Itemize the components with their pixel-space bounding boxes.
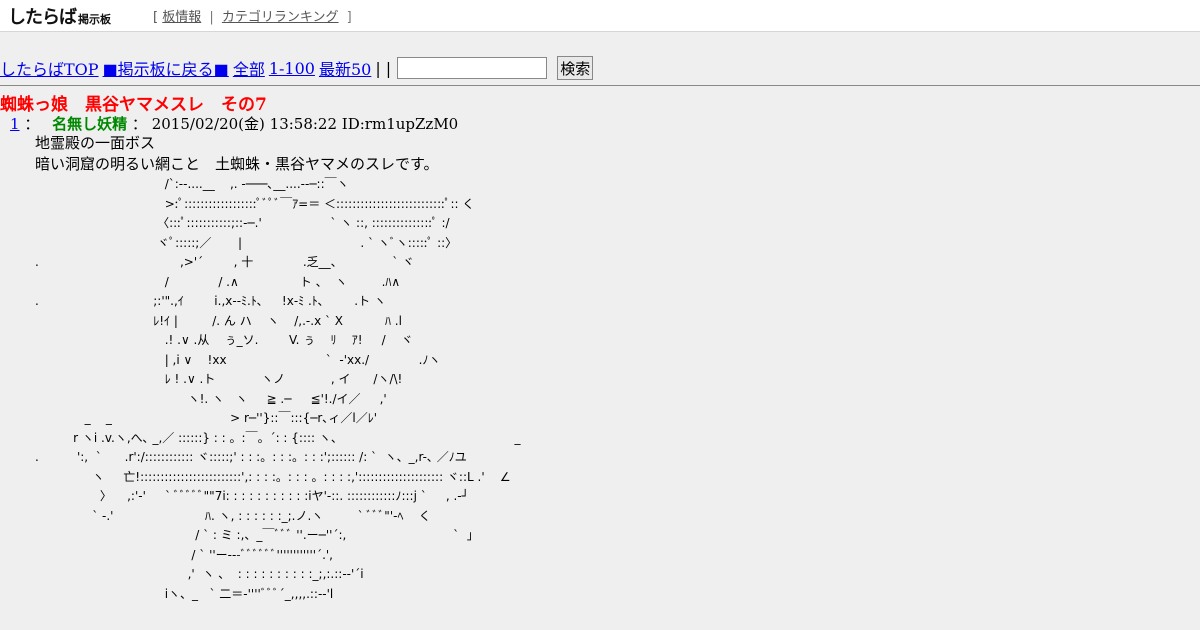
thread-nav: したらばTOP ■掲示板に戻る■ 全部 1-100 最新50 | | 検索 xyxy=(0,56,594,80)
site-header: したらば 掲示板 [ 板情報 | カテゴリランキング ] xyxy=(0,0,1200,32)
all-posts-link[interactable]: 全部 xyxy=(233,56,265,80)
post-number-link[interactable]: 1 xyxy=(10,115,20,133)
post-line: 地霊殿の一面ボス xyxy=(35,134,156,152)
logo-subtext: 掲示板 xyxy=(78,12,111,26)
header-separator: | xyxy=(209,10,214,25)
header-links: [ 板情報 | カテゴリランキング ] xyxy=(153,6,356,25)
post-date: 2015/02/20(金) 13:58:22 xyxy=(151,115,338,133)
bracket-open: [ xyxy=(153,10,159,25)
search-input[interactable] xyxy=(397,57,548,79)
post-colon-2: ： xyxy=(131,115,147,133)
latest-50-link[interactable]: 最新50 xyxy=(319,56,371,80)
post-colon: ： xyxy=(24,115,40,133)
shitaraba-logo[interactable]: したらば 掲示板 xyxy=(8,3,153,29)
back-to-board-link[interactable]: ■掲示板に戻る■ xyxy=(103,56,229,80)
nav-separator: | | xyxy=(375,58,392,78)
ascii-art: /`:-‐....__ ,. -───､__....--─::￣ヽ >:ﾟ:::… xyxy=(35,177,521,601)
thread-title: 蜘蛛っ娘 黒谷ヤマメスレ その7 xyxy=(0,95,267,115)
post-line: 暗い洞窟の明るい網こと 土蜘蛛・黒谷ヤマメのスレです。 xyxy=(35,155,439,173)
shitaraba-top-link[interactable]: したらばTOP xyxy=(0,56,99,80)
logo-text: したらば xyxy=(8,6,77,28)
divider xyxy=(0,85,1200,86)
board-info-link[interactable]: 板情報 xyxy=(162,10,201,25)
poster-name: 名無し妖精 xyxy=(52,115,128,133)
bracket-close: ] xyxy=(346,10,352,25)
posts-1-100-link[interactable]: 1-100 xyxy=(269,59,315,78)
post-body: 地霊殿の一面ボス 暗い洞窟の明るい網こと 土蜘蛛・黒谷ヤマメのスレです。 /`:… xyxy=(35,133,1195,604)
post-header: 1 ： 名無し妖精 ： 2015/02/20(金) 13:58:22 ID:rm… xyxy=(10,113,458,134)
post-id: ID:rm1upZzM0 xyxy=(341,115,459,133)
search-button[interactable]: 検索 xyxy=(557,56,594,80)
category-ranking-link[interactable]: カテゴリランキング xyxy=(222,10,339,25)
